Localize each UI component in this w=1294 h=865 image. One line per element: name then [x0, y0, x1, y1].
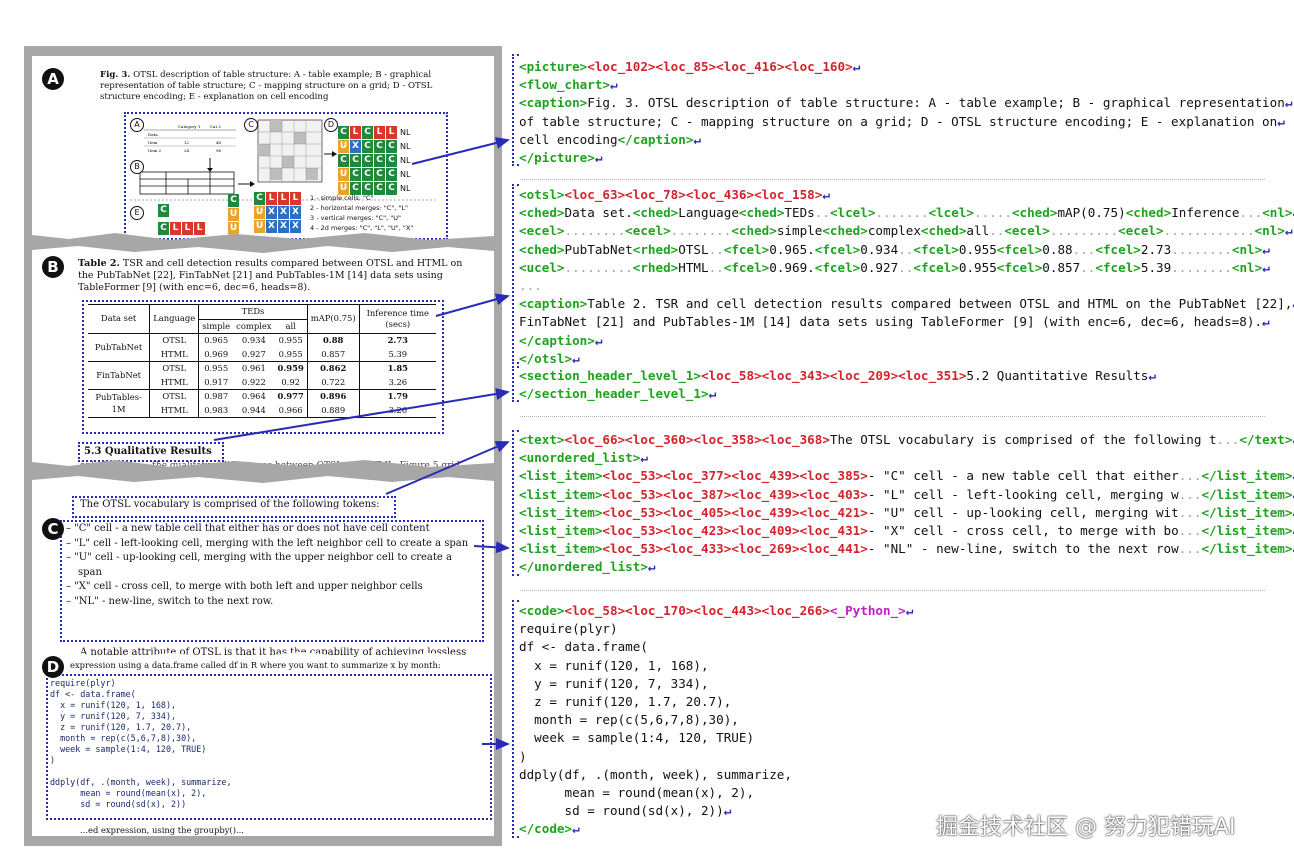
doctag-line: <code><loc_58><loc_170><loc_443><loc_266…	[519, 603, 914, 618]
doctag-line: mean = round(mean(x), 2),	[519, 785, 755, 800]
doctag-line: <list_item><loc_53><loc_387><loc_439><lo…	[519, 486, 1294, 502]
arrow-list	[473, 541, 510, 554]
doctag-line: x = runif(120, 1, 168),	[519, 657, 709, 673]
doctag-line: </otsl>↵	[519, 350, 580, 366]
doctag-line: <ched>Data set.<ched>Language<ched>TEDs.…	[519, 205, 1294, 221]
doctag-line: cell encoding</caption>↵	[519, 131, 701, 147]
doctag-line: <list_item><loc_53><loc_423><loc_409><lo…	[519, 523, 1294, 538]
arrow-section	[213, 388, 510, 441]
watermark: 掘金技术社区 @ 努力犯错玩AI	[936, 815, 1236, 840]
separator-1	[520, 179, 1265, 180]
doctag-line: <picture><loc_102><loc_85><loc_416><loc_…	[519, 59, 861, 74]
doctag-line: </code>↵	[519, 821, 580, 837]
separator-2	[520, 416, 1265, 417]
doctag-line: <ched>PubTabNet<rhed>OTSL..<fcel>0.965.<…	[519, 241, 1270, 257]
doctag-line: <section_header_level_1><loc_58><loc_343…	[519, 368, 1156, 383]
arrow-table	[435, 293, 510, 317]
doctag-line: <unordered_list>↵	[519, 450, 648, 466]
doctag-line: </picture>↵	[519, 150, 603, 165]
arrow-text	[385, 441, 510, 495]
doctag-line: <caption>Table 2. TSR and cell detection…	[519, 296, 1294, 312]
doctag-line: sd = round(sd(x), 2))↵	[519, 803, 732, 819]
doctag-bracket-section	[512, 366, 519, 402]
doctag-bracket-picture	[512, 54, 519, 166]
doctag-line: )	[519, 748, 527, 764]
doctag-line: <flow_chart>↵	[519, 77, 618, 93]
doctag-line: <list_item><loc_53><loc_377><loc_439><lo…	[519, 468, 1294, 484]
doctag-line: <list_item><loc_53><loc_405><loc_439><lo…	[519, 504, 1294, 520]
doctag-bracket-code	[512, 600, 519, 838]
doctag-line: <ecel>........<ecel>........<ched>simple…	[519, 223, 1293, 239]
doctag-line: <ucel>.........<rhed>HTML..<fcel>0.969.<…	[519, 259, 1270, 275]
doctag-bracket-otsl	[512, 184, 519, 364]
doctag-line: </unordered_list>↵	[519, 559, 656, 575]
doctag-bracket-list	[512, 430, 519, 576]
doctag-line: month = rep(c(5,6,7,8),30),	[519, 712, 739, 728]
doctag-line: </section_header_level_1>↵	[519, 386, 717, 402]
doctag-line: <list_item><loc_53><loc_433><loc_269><lo…	[519, 541, 1294, 557]
doctag-line: z = runif(120, 1.7, 20.7),	[519, 694, 732, 709]
doctag-line: df <- data.frame(	[519, 639, 648, 655]
doctag-line: <otsl><loc_63><loc_78><loc_436><loc_158>…	[519, 187, 830, 202]
doctag-line: week = sample(1:4, 120, TRUE)	[519, 730, 755, 746]
doctag-line: <caption>Fig. 3. OTSL description of tab…	[519, 95, 1293, 111]
doctag-line: ...	[519, 278, 542, 293]
doctag-line: y = runif(120, 7, 334),	[519, 675, 709, 691]
arrow-picture	[411, 137, 510, 165]
doctag-line: </caption>↵	[519, 332, 603, 348]
doctag-line: of table structure; C - mapping structur…	[519, 113, 1285, 129]
doctag-line: FinTabNet [21] and PubTables-1M [14] dat…	[519, 314, 1270, 330]
doctag-line: ddply(df, .(month, week), summarize,	[519, 766, 792, 782]
separator-3	[520, 590, 1265, 591]
doctag-line: require(plyr)	[519, 621, 618, 637]
doctag-line: <text><loc_66><loc_360><loc_358><loc_368…	[519, 432, 1294, 447]
